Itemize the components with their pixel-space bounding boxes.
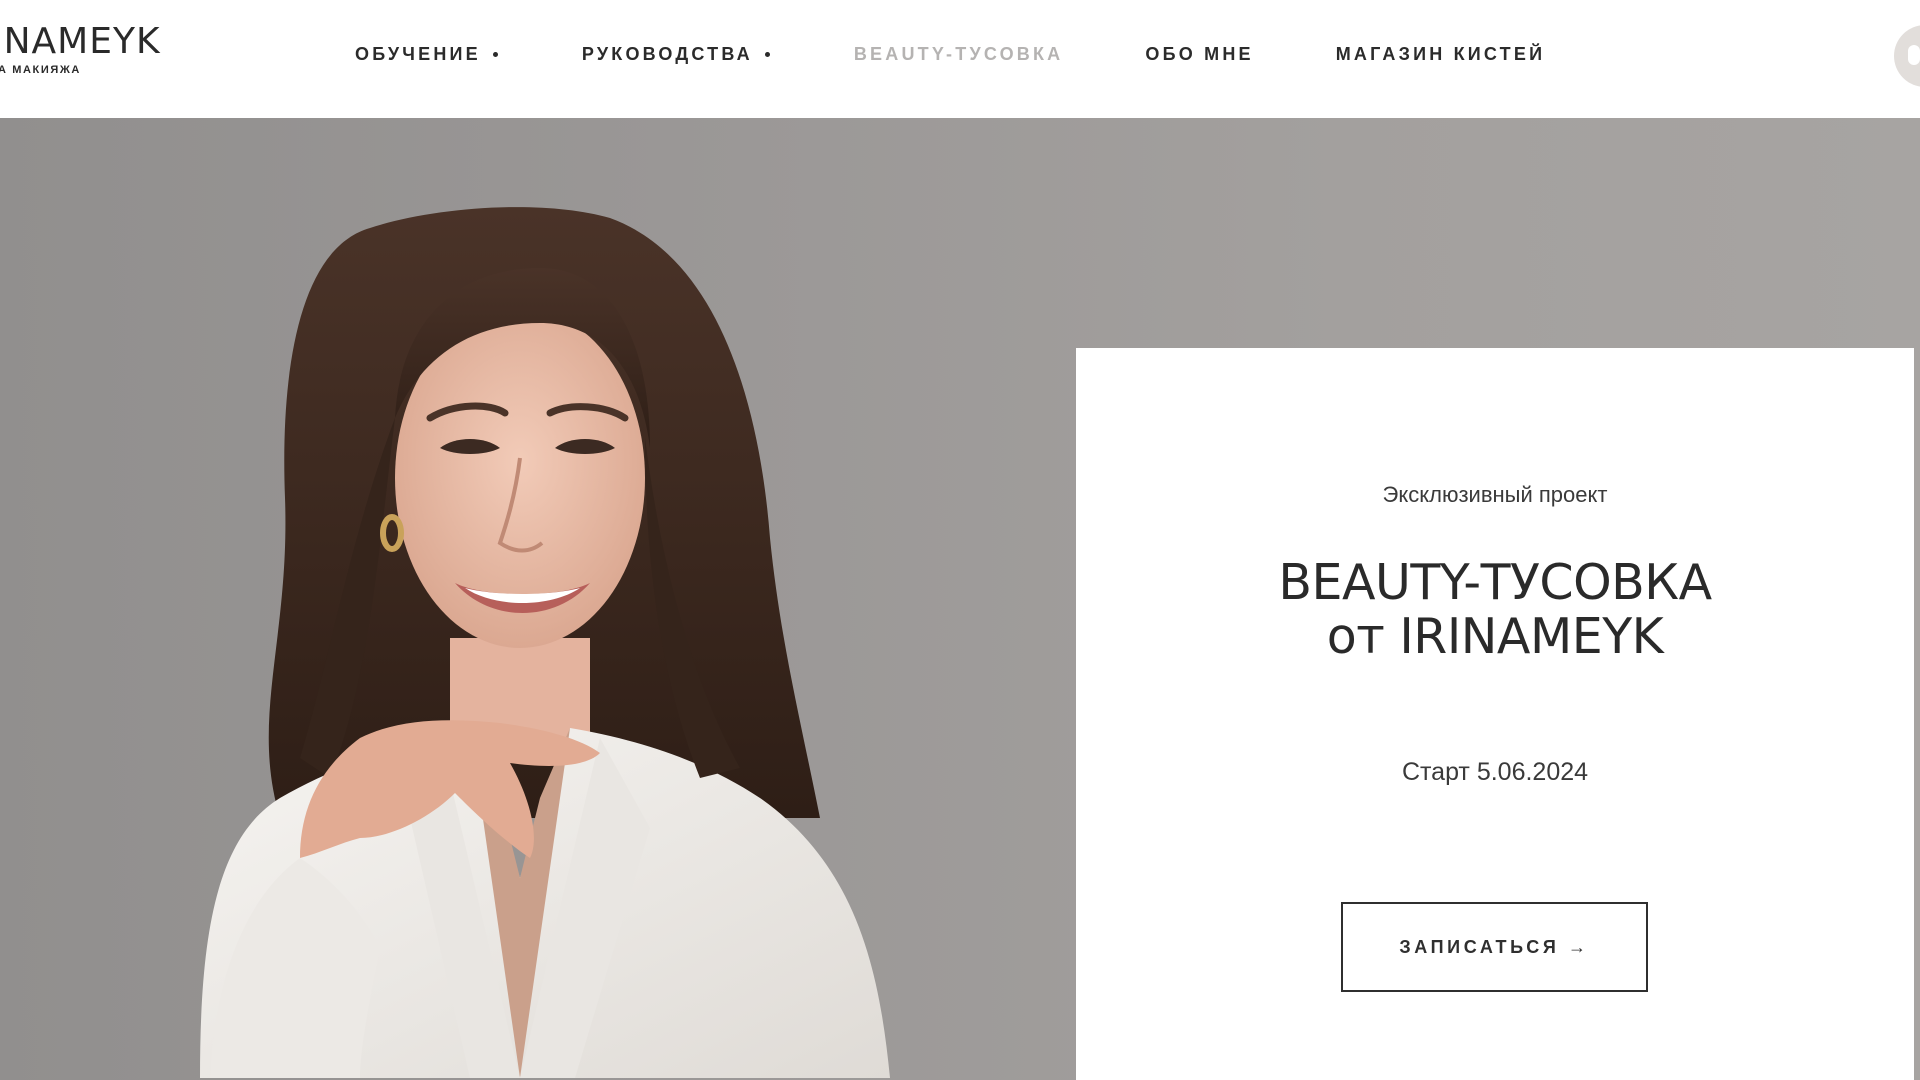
nav-item-label: РУКОВОДСТВА bbox=[581, 43, 753, 64]
nav-item-label: ОБО МНЕ bbox=[1145, 43, 1254, 64]
nav-item-brush-shop[interactable]: МАГАЗИН КИСТЕЙ bbox=[1336, 44, 1546, 65]
promo-card: Эксклюзивный проект BEAUTY-ТУСОВКА от IR… bbox=[1076, 348, 1914, 1080]
nav-item-training[interactable]: ОБУЧЕНИЕ bbox=[355, 44, 498, 65]
card-title: BEAUTY-ТУСОВКА от IRINAMEYK bbox=[1076, 556, 1914, 664]
site-header: INAMEYK А МАКИЯЖА ОБУЧЕНИЕ РУКОВОДСТВА B… bbox=[0, 0, 1920, 118]
start-date: Старт 5.06.2024 bbox=[1401, 758, 1589, 786]
nav-item-label: BEAUTY-ТУСОВКА bbox=[853, 43, 1064, 64]
hero-section: Эксклюзивный проект BEAUTY-ТУСОВКА от IR… bbox=[0, 118, 1920, 1080]
card-title-line1: BEAUTY-ТУСОВКА bbox=[1278, 554, 1712, 611]
nav-item-about[interactable]: ОБО МНЕ bbox=[1145, 44, 1253, 65]
logo-text: INAMEYK bbox=[0, 21, 161, 62]
nav-item-beauty-party[interactable]: BEAUTY-ТУСОВКА bbox=[854, 44, 1064, 65]
nav-item-label: МАГАЗИН КИСТЕЙ bbox=[1335, 43, 1546, 64]
card-title-line2: от IRINAMEYK bbox=[1326, 608, 1664, 665]
nav-item-label: ОБУЧЕНИЕ bbox=[355, 43, 481, 64]
site-logo[interactable]: INAMEYK А МАКИЯЖА bbox=[0, 20, 192, 80]
portrait-photo bbox=[200, 207, 890, 1078]
main-nav: ОБУЧЕНИЕ РУКОВОДСТВА BEAUTY-ТУСОВКА ОБО … bbox=[355, 42, 1545, 66]
signup-button[interactable]: ЗАПИСАТЬСЯ → bbox=[1341, 902, 1648, 992]
header-action-circle-icon[interactable] bbox=[1894, 25, 1920, 87]
dropdown-dot-icon bbox=[764, 51, 770, 57]
logo-subtitle: А МАКИЯЖА bbox=[0, 64, 81, 76]
card-eyebrow: Эксклюзивный проект bbox=[1382, 482, 1608, 507]
dropdown-dot-icon bbox=[492, 51, 498, 57]
nav-item-guides[interactable]: РУКОВОДСТВА bbox=[582, 44, 770, 65]
